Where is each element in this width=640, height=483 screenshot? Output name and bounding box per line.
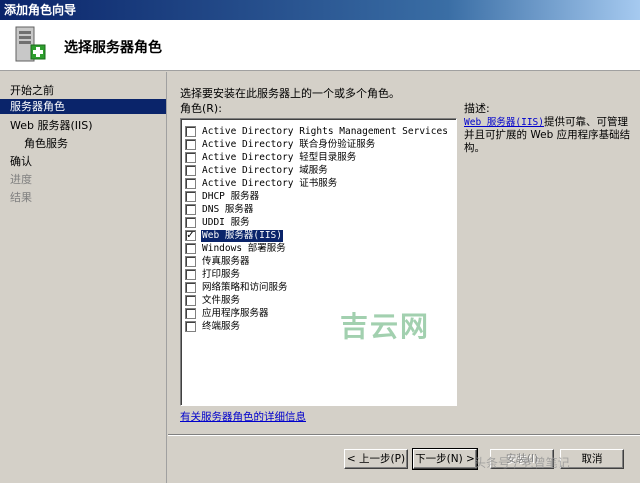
description-link[interactable]: Web 服务器(IIS) [464, 117, 544, 128]
step-before-you-begin[interactable]: 开始之前 [0, 83, 166, 98]
button-divider [168, 434, 640, 436]
role-label: 终端服务 [202, 320, 241, 332]
server-add-icon [15, 26, 46, 62]
role-checkbox[interactable] [185, 139, 196, 150]
wizard-steps-sidebar: 开始之前 服务器角色 Web 服务器(IIS) 角色服务 确认 进度 结果 [0, 72, 167, 483]
role-label: 传真服务器 [202, 255, 250, 267]
corner-watermark: 头条号 / 老曾笔记 [474, 456, 570, 470]
role-checkbox[interactable] [185, 243, 196, 254]
role-label: Active Directory Rights Management Servi… [202, 125, 448, 137]
step-server-roles[interactable]: 服务器角色 [0, 99, 166, 114]
role-label: Active Directory 域服务 [202, 164, 328, 176]
header-banner: 选择服务器角色 [0, 20, 640, 71]
role-checkbox[interactable] [185, 295, 196, 306]
role-checkbox[interactable] [185, 191, 196, 202]
role-checkbox-checked[interactable]: ✓ [185, 230, 196, 241]
role-label: Active Directory 联合身份验证服务 [202, 138, 376, 150]
role-item[interactable]: 打印服务 [185, 268, 445, 281]
role-checkbox[interactable] [185, 269, 196, 280]
step-role-services[interactable]: 角色服务 [0, 136, 166, 151]
role-checkbox[interactable] [185, 204, 196, 215]
role-label: Windows 部署服务 [202, 242, 286, 254]
role-checkbox[interactable] [185, 282, 196, 293]
site-watermark: 吉云网 [340, 310, 431, 343]
role-checkbox[interactable] [185, 308, 196, 319]
description-heading: 描述: [464, 102, 490, 115]
roles-label: 角色(R): [180, 102, 222, 115]
role-label: Active Directory 轻型目录服务 [202, 151, 357, 163]
role-checkbox[interactable] [185, 217, 196, 228]
role-item[interactable]: 网络策略和访问服务 [185, 281, 445, 294]
role-checkbox[interactable] [185, 178, 196, 189]
roles-list[interactable]: Active Directory Rights Management Servi… [180, 118, 457, 406]
back-button[interactable]: < 上一步(P) [344, 449, 408, 469]
role-item[interactable]: Active Directory 证书服务 [185, 177, 445, 190]
next-button[interactable]: 下一步(N) > [412, 448, 478, 470]
role-item[interactable]: Windows 部署服务 [185, 242, 445, 255]
role-item[interactable]: UDDI 服务 [185, 216, 445, 229]
role-label: DNS 服务器 [202, 203, 254, 215]
role-item[interactable]: Active Directory 轻型目录服务 [185, 151, 445, 164]
window-title: 添加角色向导 [4, 3, 77, 17]
role-checkbox[interactable] [185, 126, 196, 137]
role-checkbox[interactable] [185, 152, 196, 163]
role-label: Web 服务器(IIS) [201, 229, 283, 242]
role-label: 打印服务 [202, 268, 241, 280]
step-progress: 进度 [10, 173, 32, 186]
main-panel: 选择要安装在此服务器上的一个或多个角色。 角色(R): Active Direc… [168, 72, 640, 483]
role-label: Active Directory 证书服务 [202, 177, 338, 189]
role-label: 应用程序服务器 [202, 307, 269, 319]
more-info-link[interactable]: 有关服务器角色的详细信息 [180, 409, 306, 424]
role-label: 网络策略和访问服务 [202, 281, 288, 293]
description-text: Web 服务器(IIS)提供可靠、可管理并且可扩展的 Web 应用程序基础结构。 [464, 116, 632, 155]
instruction-text: 选择要安装在此服务器上的一个或多个角色。 [180, 87, 400, 100]
step-web-server-iis[interactable]: Web 服务器(IIS) [0, 118, 166, 133]
step-confirmation[interactable]: 确认 [0, 154, 166, 169]
role-item-web-server[interactable]: ✓ Web 服务器(IIS) [185, 229, 445, 242]
role-checkbox[interactable] [185, 256, 196, 267]
role-item[interactable]: DHCP 服务器 [185, 190, 445, 203]
role-item[interactable]: 传真服务器 [185, 255, 445, 268]
role-item[interactable]: Active Directory 域服务 [185, 164, 445, 177]
role-label: DHCP 服务器 [202, 190, 260, 202]
role-item[interactable]: Active Directory 联合身份验证服务 [185, 138, 445, 151]
step-results: 结果 [10, 191, 32, 204]
role-item[interactable]: DNS 服务器 [185, 203, 445, 216]
role-label: 文件服务 [202, 294, 241, 306]
role-checkbox[interactable] [185, 165, 196, 176]
role-item[interactable]: Active Directory Rights Management Servi… [185, 125, 448, 138]
role-label: UDDI 服务 [202, 216, 250, 228]
role-checkbox[interactable] [185, 321, 196, 332]
page-title: 选择服务器角色 [64, 40, 162, 56]
window-title-bar: 添加角色向导 [0, 0, 640, 20]
